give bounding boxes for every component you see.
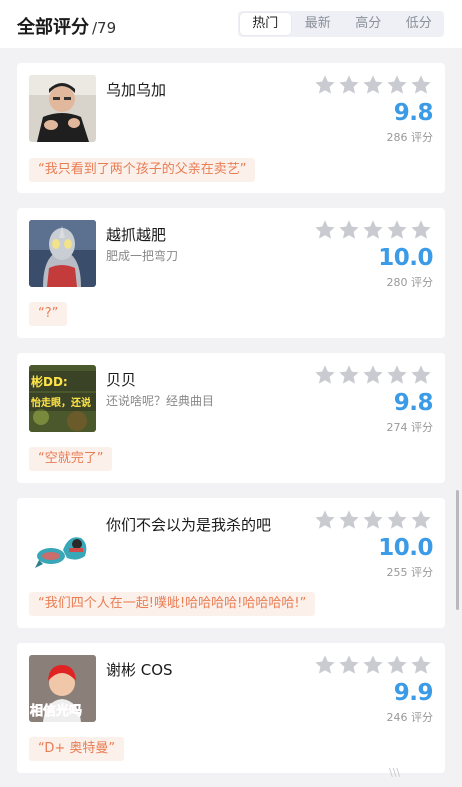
score-value: 9.9 [393, 680, 434, 706]
reviewer-subtitle: 还说啥呢？经典曲目 [106, 394, 215, 408]
vote-count: 246 评分 [386, 711, 434, 724]
avatar-caption: 怡走眼，还说 [31, 396, 91, 409]
avatar[interactable] [29, 220, 96, 287]
score-value: 9.8 [393, 390, 434, 416]
reviewer-subtitle: 肥成一把弯刀 [106, 249, 179, 263]
star-icon [315, 510, 335, 529]
review-quote[interactable]: “我们四个人在一起!噗呲!哈哈哈哈!哈哈哈哈!” [29, 592, 316, 616]
review-card[interactable]: 越抓越肥 肥成一把弯刀 10.0 280 评分 “?” [17, 208, 445, 338]
star-rating [314, 654, 434, 676]
star-icon [363, 75, 383, 94]
star-icon [363, 510, 383, 529]
star-icon [363, 365, 383, 384]
avatar[interactable] [29, 75, 96, 142]
star-icon [339, 75, 359, 94]
review-count: /79 [92, 19, 117, 37]
star-icon [315, 365, 335, 384]
review-quote[interactable]: “我只看到了两个孩子的父亲在卖艺” [29, 158, 256, 182]
tab-latest[interactable]: 最新 [293, 11, 344, 37]
star-icon [315, 220, 335, 239]
vote-count: 286 评分 [386, 131, 434, 144]
star-icon [339, 220, 359, 239]
star-icon [339, 365, 359, 384]
star-rating [314, 74, 434, 96]
score-value: 9.8 [393, 100, 434, 126]
avatar[interactable]: 相信光吗 [29, 655, 96, 722]
reviewer-name[interactable]: 贝贝 [106, 369, 136, 390]
reviewer-name[interactable]: 乌加乌加 [106, 79, 166, 100]
avatar-caption: 相信光吗 [30, 703, 82, 719]
reviewer-name[interactable]: 你们不会以为是我杀的吧 [106, 514, 271, 535]
vote-count: 255 评分 [386, 566, 434, 579]
star-icon [387, 510, 407, 529]
star-rating [314, 364, 434, 386]
header-bar: 全部评分/79 热门 最新 高分 低分 [0, 0, 462, 48]
star-icon [315, 655, 335, 674]
score-value: 10.0 [378, 245, 433, 271]
page-title-text: 全部评分 [17, 17, 89, 38]
review-quote[interactable]: “D+ 奥特曼” [29, 737, 125, 761]
star-icon [411, 365, 431, 384]
star-icon [315, 75, 335, 94]
avatar[interactable]: 彬DD: 怡走眼，还说 [29, 365, 96, 432]
star-icon [387, 75, 407, 94]
scrollbar[interactable] [456, 490, 459, 610]
avatar-caption: 彬DD: [31, 374, 68, 389]
score-value: 10.0 [378, 535, 433, 561]
review-card[interactable]: 相信光吗 谢彬 COS 9.9 246 评分 “D+ 奥特曼” [17, 643, 445, 773]
review-card[interactable]: 彬DD: 怡走眼，还说 贝贝 还说啥呢？经典曲目 9.8 274 评分 “空就完… [17, 353, 445, 483]
vote-count: 274 评分 [386, 421, 434, 434]
review-card[interactable]: 你们不会以为是我杀的吧 10.0 255 评分 “我们四个人在一起!噗呲!哈哈哈… [17, 498, 445, 628]
star-icon [363, 655, 383, 674]
avatar[interactable] [29, 510, 96, 577]
review-card[interactable]: 乌加乌加 9.8 286 评分 “我只看到了两个孩子的父亲在卖艺” [17, 63, 445, 193]
review-quote[interactable]: “?” [29, 302, 68, 326]
watermark: \\\ [389, 766, 401, 779]
reviewer-name[interactable]: 谢彬 COS [106, 659, 173, 680]
reviewer-name[interactable]: 越抓越肥 [106, 224, 166, 245]
star-icon [387, 220, 407, 239]
star-rating [314, 219, 434, 241]
star-rating [314, 509, 434, 531]
star-icon [339, 655, 359, 674]
star-icon [411, 75, 431, 94]
tab-hot[interactable]: 热门 [240, 13, 291, 35]
tab-low[interactable]: 低分 [394, 11, 445, 37]
star-icon [387, 655, 407, 674]
star-icon [387, 365, 407, 384]
star-icon [411, 220, 431, 239]
review-quote[interactable]: “空就完了” [29, 447, 113, 471]
page-title: 全部评分/79 [17, 13, 116, 39]
star-icon [411, 655, 431, 674]
star-icon [339, 510, 359, 529]
tab-high[interactable]: 高分 [343, 11, 394, 37]
vote-count: 280 评分 [386, 276, 434, 289]
sort-tabs: 热门 最新 高分 低分 [238, 11, 444, 37]
star-icon [411, 510, 431, 529]
star-icon [363, 220, 383, 239]
